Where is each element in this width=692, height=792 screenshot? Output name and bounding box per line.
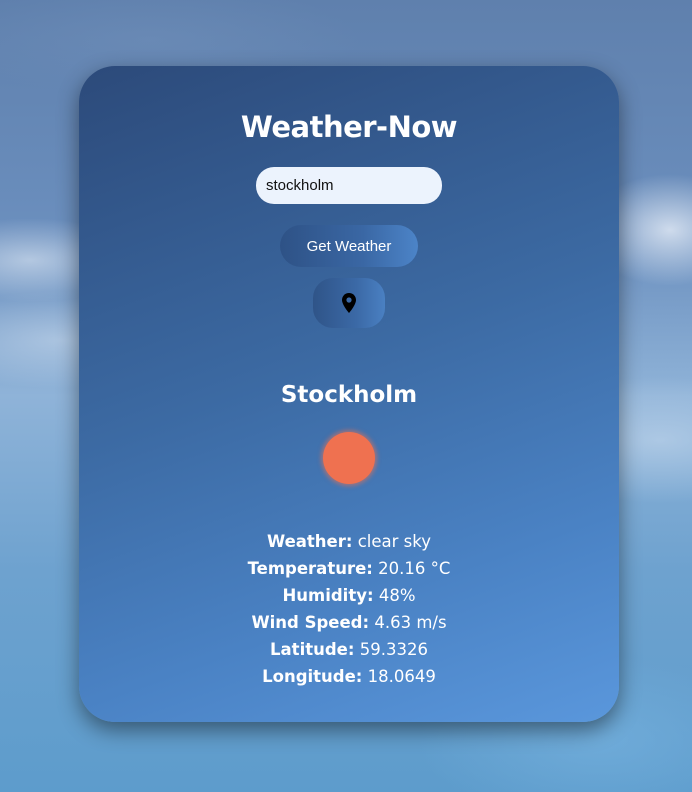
detail-value: 48% [378, 586, 416, 605]
detail-temperature: Temperature: 20.16 °C [79, 555, 619, 582]
detail-value: clear sky [357, 532, 432, 551]
detail-label: Temperature: [247, 559, 373, 578]
weather-card: Weather-Now Get Weather Stockholm Weathe… [79, 66, 619, 722]
detail-label: Latitude: [270, 640, 355, 659]
detail-wind-speed: Wind Speed: 4.63 m/s [79, 609, 619, 636]
detail-weather: Weather: clear sky [79, 528, 619, 555]
detail-value: 59.3326 [359, 640, 428, 659]
detail-label: Humidity: [282, 586, 374, 605]
app-title: Weather-Now [240, 110, 458, 144]
city-name: Stockholm [280, 382, 418, 408]
map-pin-icon [342, 293, 356, 313]
detail-label: Wind Speed: [251, 613, 370, 632]
detail-latitude: Latitude: 59.3326 [79, 636, 619, 663]
city-search-input[interactable] [256, 167, 442, 204]
detail-value: 20.16 °C [378, 559, 451, 578]
detail-value: 4.63 m/s [374, 613, 447, 632]
get-weather-button[interactable]: Get Weather [280, 225, 418, 267]
current-location-button[interactable] [313, 278, 385, 328]
detail-humidity: Humidity: 48% [79, 582, 619, 609]
detail-label: Longitude: [262, 667, 363, 686]
detail-longitude: Longitude: 18.0649 [79, 663, 619, 690]
detail-label: Weather: [266, 532, 353, 551]
detail-value: 18.0649 [367, 667, 436, 686]
weather-details: Weather: clear sky Temperature: 20.16 °C… [79, 528, 619, 690]
sun-icon [323, 432, 375, 484]
